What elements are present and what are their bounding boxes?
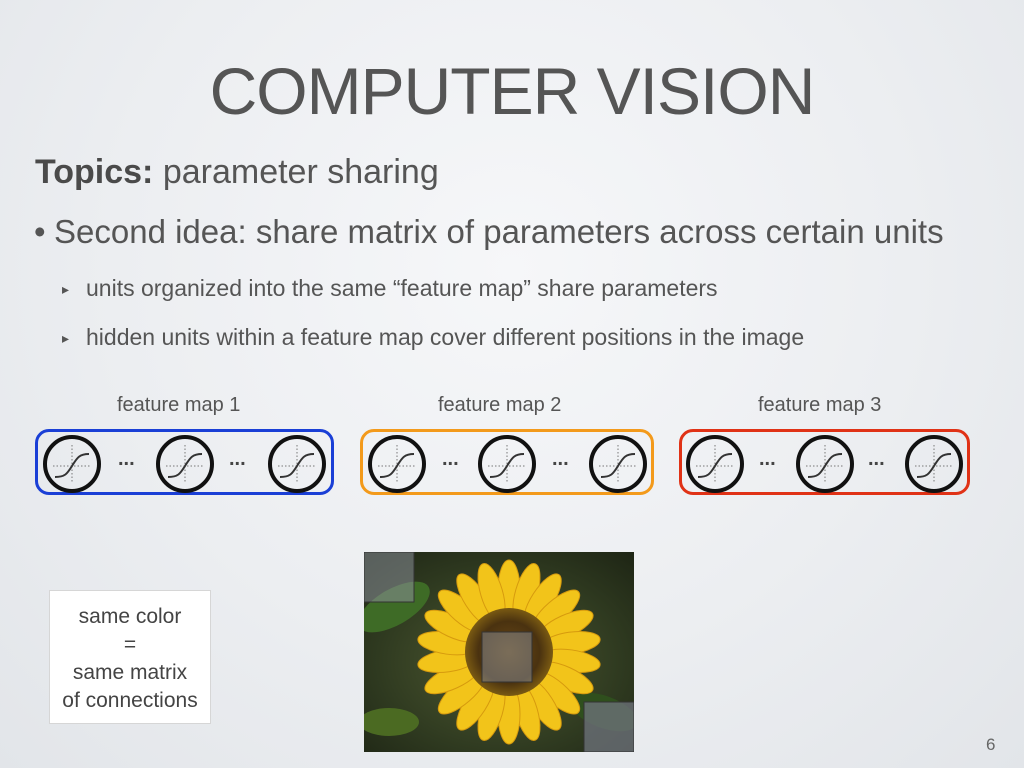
receptive-field-highlight bbox=[583, 701, 634, 752]
ellipsis: ... bbox=[759, 448, 776, 470]
page-number: 6 bbox=[986, 735, 996, 754]
receptive-field-highlight bbox=[364, 552, 415, 603]
topics-value: parameter sharing bbox=[162, 153, 439, 191]
topics-label: Topics: bbox=[35, 153, 154, 191]
sigmoid-unit-icon bbox=[268, 435, 326, 493]
main-bullet: • Second idea: share matrix of parameters… bbox=[34, 212, 944, 252]
ellipsis: ... bbox=[118, 448, 135, 470]
receptive-field-highlight bbox=[481, 631, 533, 683]
legend-line: = bbox=[123, 633, 137, 656]
feature-map-label: feature map 1 bbox=[117, 394, 241, 416]
sub-bullet: ▸ units organized into the same “feature … bbox=[62, 274, 718, 303]
bullet-marker: • bbox=[34, 213, 46, 250]
topics-line: Topics: parameter sharing bbox=[35, 152, 439, 192]
sub-bullet: ▸ hidden units within a feature map cover… bbox=[62, 323, 804, 352]
sigmoid-unit-icon bbox=[905, 435, 963, 493]
ellipsis: ... bbox=[229, 448, 246, 470]
sub-bullet-marker: ▸ bbox=[62, 330, 70, 346]
sub-bullet-text: units organized into the same “feature m… bbox=[86, 275, 718, 301]
legend-line: same matrix bbox=[72, 661, 188, 684]
ellipsis: ... bbox=[868, 448, 885, 470]
sigmoid-unit-icon bbox=[368, 435, 426, 493]
sigmoid-unit-icon bbox=[686, 435, 744, 493]
legend-line: of connections bbox=[62, 689, 198, 712]
sub-bullet-text: hidden units within a feature map cover … bbox=[86, 324, 805, 350]
main-bullet-text: Second idea: share matrix of parameters … bbox=[54, 213, 944, 250]
sunflower-image bbox=[364, 552, 634, 752]
sigmoid-unit-icon bbox=[156, 435, 214, 493]
sigmoid-unit-icon bbox=[478, 435, 536, 493]
ellipsis: ... bbox=[552, 448, 569, 470]
feature-map-label: feature map 3 bbox=[758, 394, 882, 416]
sigmoid-unit-icon bbox=[589, 435, 647, 493]
feature-map-label: feature map 2 bbox=[438, 394, 562, 416]
sigmoid-unit-icon bbox=[796, 435, 854, 493]
legend-line: same color bbox=[78, 605, 182, 628]
ellipsis: ... bbox=[442, 448, 459, 470]
sigmoid-unit-icon bbox=[43, 435, 101, 493]
legend-box: same color = same matrix of connections bbox=[49, 590, 211, 724]
sub-bullet-marker: ▸ bbox=[62, 281, 70, 297]
slide-title: COMPUTER VISION bbox=[209, 54, 816, 128]
